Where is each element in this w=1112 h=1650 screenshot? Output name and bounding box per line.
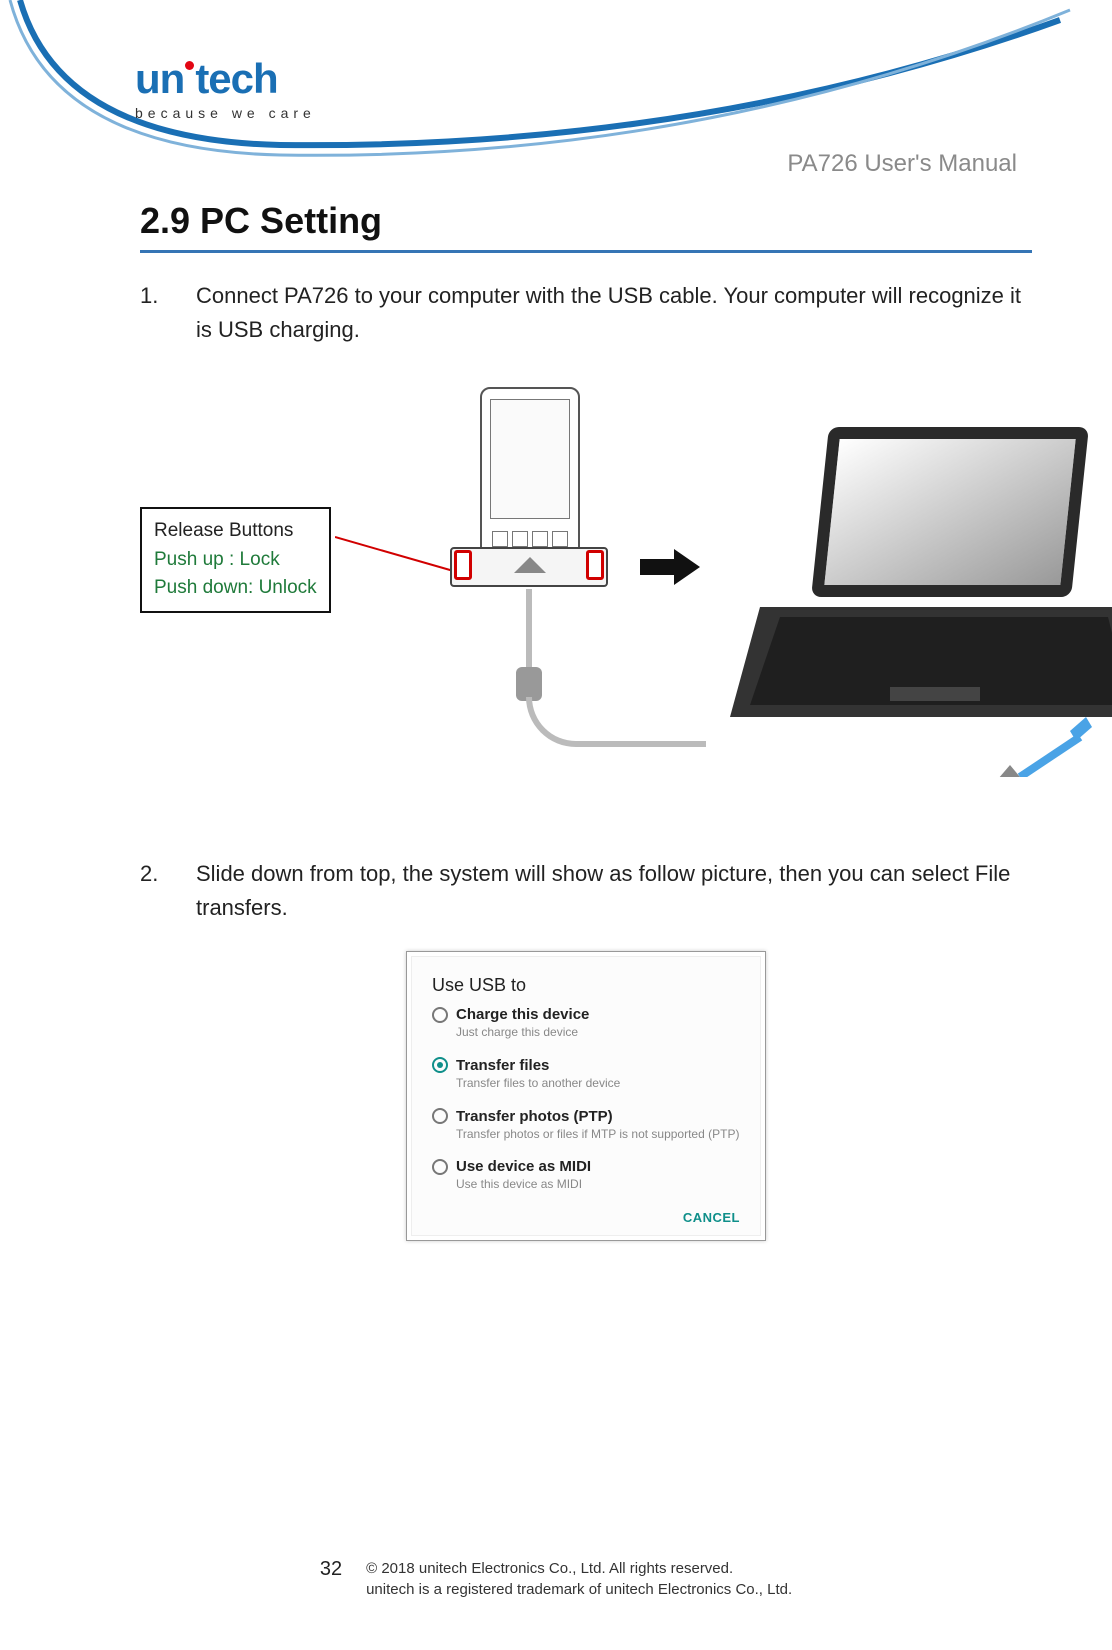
usb-dialog-screenshot: Use USB to Charge this device Just charg…	[406, 951, 766, 1240]
radio-icon	[432, 1159, 448, 1175]
option-sub: Just charge this device	[456, 1025, 740, 1041]
step-item: 1. Connect PA726 to your computer with t…	[140, 279, 1032, 347]
page-footer: 32 © 2018 unitech Electronics Co., Ltd. …	[0, 1558, 1112, 1600]
step-item: 2. Slide down from top, the system will …	[140, 857, 1032, 925]
section-rule	[140, 250, 1032, 253]
handheld-device-icon	[480, 387, 580, 557]
option-label: Charge this device	[456, 1006, 589, 1023]
page-number: 32	[320, 1558, 342, 1581]
callout-unlock: Push down: Unlock	[154, 574, 317, 603]
step-text: Connect PA726 to your computer with the …	[196, 279, 1032, 347]
step-number: 2.	[140, 857, 196, 925]
usb-option-transfer-files[interactable]: Transfer files Transfer files to another…	[432, 1057, 740, 1092]
usb-dialog-title: Use USB to	[432, 975, 740, 996]
figure-connect: Release Buttons Push up : Lock Push down…	[140, 377, 1032, 797]
release-button-left-icon	[454, 550, 472, 580]
device-in-cradle	[440, 377, 620, 757]
release-buttons-callout: Release Buttons Push up : Lock Push down…	[140, 507, 331, 613]
option-sub: Use this device as MIDI	[456, 1177, 740, 1193]
manual-page: untech because we care PA726 User's Manu…	[0, 0, 1112, 1650]
option-sub: Transfer photos or files if MTP is not s…	[456, 1127, 740, 1143]
option-label: Transfer files	[456, 1057, 549, 1074]
section-heading: 2.9 PC Setting	[140, 200, 1032, 242]
callout-title: Release Buttons	[154, 517, 317, 546]
usb-option-charge[interactable]: Charge this device Just charge this devi…	[432, 1006, 740, 1041]
trademark-line: unitech is a registered trademark of uni…	[366, 1581, 792, 1598]
radio-icon	[432, 1108, 448, 1124]
callout-lock: Push up : Lock	[154, 546, 317, 575]
radio-icon	[432, 1007, 448, 1023]
usb-option-midi[interactable]: Use device as MIDI Use this device as MI…	[432, 1158, 740, 1193]
copyright-line: © 2018 unitech Electronics Co., Ltd. All…	[366, 1560, 733, 1577]
usb-option-ptp[interactable]: Transfer photos (PTP) Transfer photos or…	[432, 1108, 740, 1143]
cancel-button[interactable]: CANCEL	[683, 1210, 740, 1225]
radio-selected-icon	[432, 1057, 448, 1073]
release-button-right-icon	[586, 550, 604, 580]
option-label: Transfer photos (PTP)	[456, 1108, 613, 1125]
arrow-right-icon	[640, 547, 700, 592]
step-text: Slide down from top, the system will sho…	[196, 857, 1032, 925]
option-label: Use device as MIDI	[456, 1158, 591, 1175]
step-number: 1.	[140, 279, 196, 347]
option-sub: Transfer files to another device	[456, 1076, 740, 1092]
laptop-icon	[720, 417, 1112, 782]
